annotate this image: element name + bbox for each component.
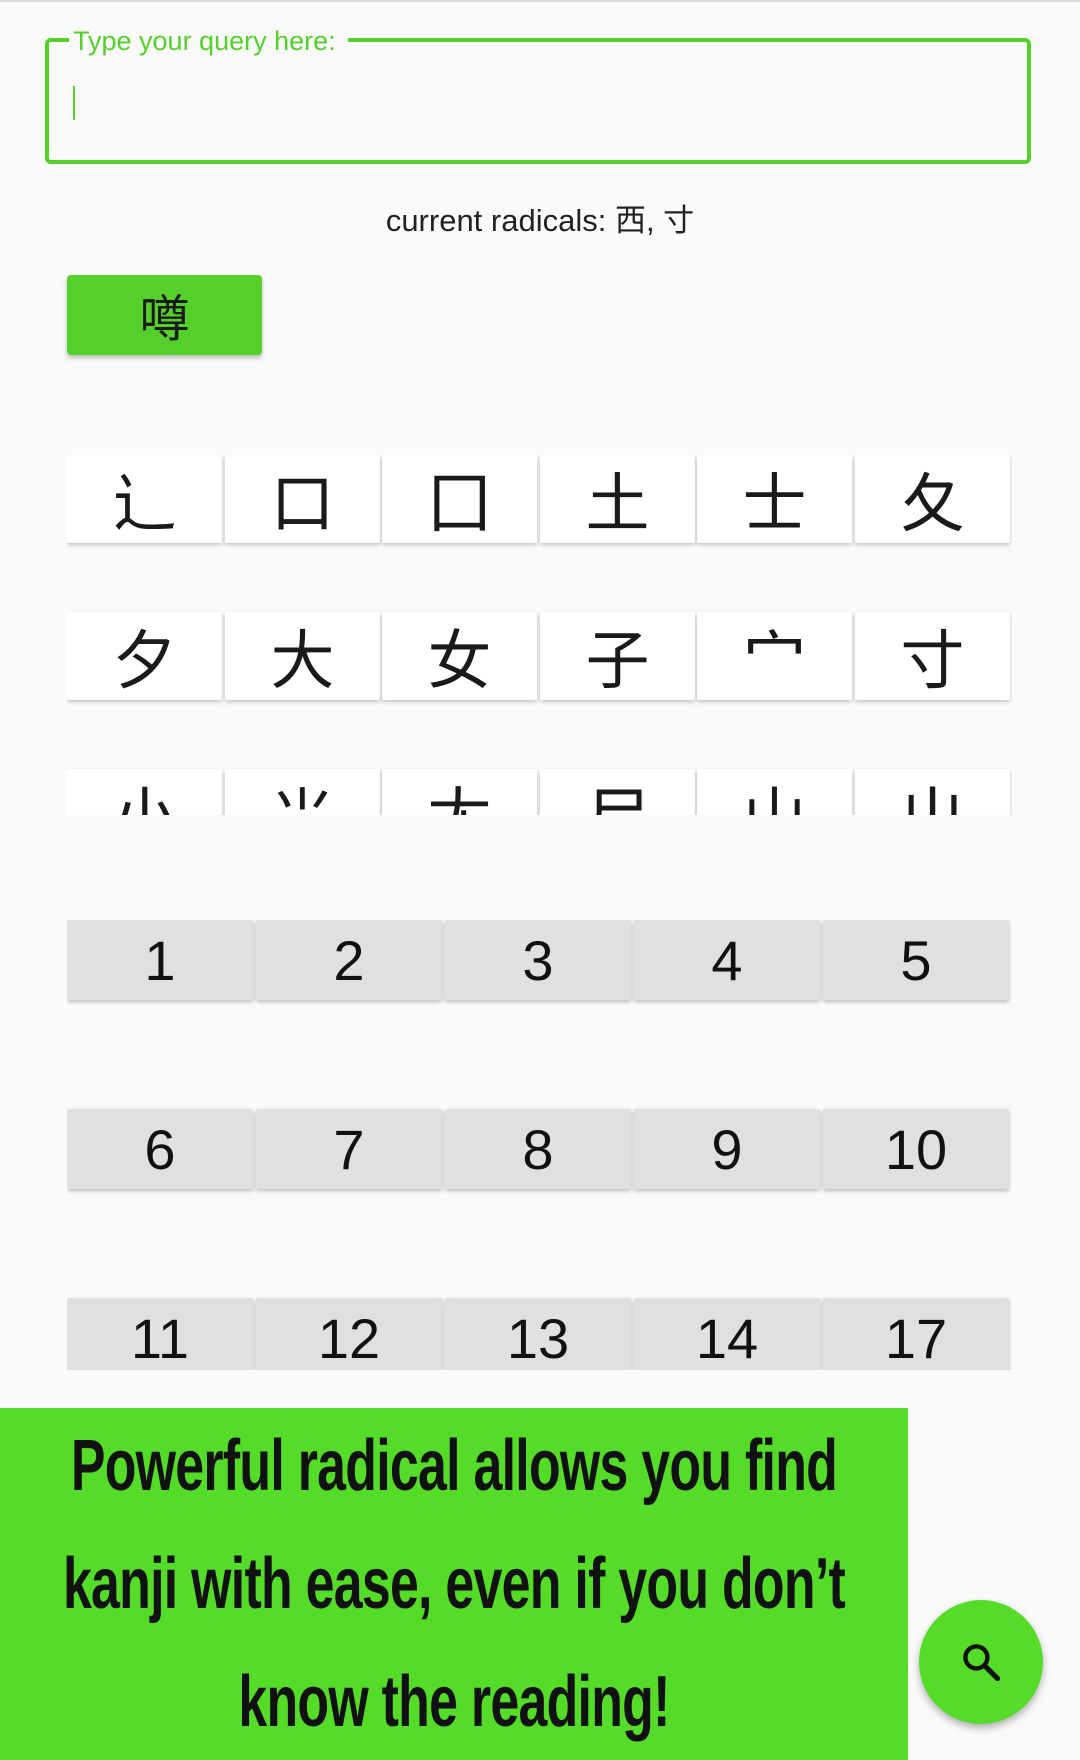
promo-line-1: Powerful radical allows you find — [70, 1426, 838, 1506]
stroke-count-button[interactable]: 4 — [634, 920, 820, 1000]
kanji-result-button[interactable]: 噂 — [67, 275, 262, 355]
radical-button[interactable]: 尸 — [540, 769, 695, 815]
radical-button[interactable]: 士 — [697, 455, 852, 543]
radical-button[interactable]: 子 — [540, 612, 695, 700]
radical-button[interactable]: 山 — [697, 769, 852, 815]
radical-button[interactable]: 辶 — [67, 455, 222, 543]
radical-button[interactable]: 尢 — [382, 769, 537, 815]
radical-button[interactable]: 寸 — [855, 612, 1010, 700]
search-icon — [963, 1644, 1001, 1682]
radical-button[interactable]: 小 — [67, 769, 222, 815]
radical-button[interactable]: 口 — [225, 455, 380, 543]
stroke-count-button[interactable]: 1 — [67, 920, 253, 1000]
radical-button[interactable]: 屮 — [855, 769, 1010, 815]
radical-button[interactable]: ⺌ — [225, 769, 380, 815]
stroke-count-button[interactable]: 6 — [67, 1109, 253, 1189]
radical-button[interactable]: 夂 — [855, 455, 1010, 543]
current-radicals-text: current radicals: 西, 寸 — [385, 203, 695, 238]
text-cursor — [73, 86, 75, 120]
radical-button[interactable]: 土 — [540, 455, 695, 543]
query-input[interactable] — [69, 72, 1013, 124]
query-field-label: Type your query here: — [69, 26, 348, 56]
stroke-count-button[interactable]: 12 — [256, 1298, 442, 1370]
stroke-count-button[interactable]: 3 — [445, 920, 631, 1000]
stroke-count-grid: 1 2 3 4 5 6 7 8 9 10 11 12 13 14 17 — [67, 920, 1012, 1370]
radical-button[interactable]: 宀 — [697, 612, 852, 700]
query-field[interactable]: Type your query here: — [45, 26, 1031, 164]
top-divider — [0, 0, 1080, 2]
stroke-count-button[interactable]: 11 — [67, 1298, 253, 1370]
stroke-count-button[interactable]: 8 — [445, 1109, 631, 1189]
stroke-count-button[interactable]: 9 — [634, 1109, 820, 1189]
stroke-count-button[interactable]: 2 — [256, 920, 442, 1000]
radical-search-screen: Type your query here: current radicals: … — [0, 0, 1080, 1760]
radical-button[interactable]: 囗 — [382, 455, 537, 543]
promo-banner-text: Powerful radical allows you find kanji w… — [0, 1407, 907, 1760]
search-fab[interactable] — [919, 1600, 1043, 1724]
radical-button[interactable]: 夕 — [67, 612, 222, 700]
stroke-count-button[interactable]: 14 — [634, 1298, 820, 1370]
radical-button[interactable]: 女 — [382, 612, 537, 700]
radical-grid: 辶口囗土士夂夕大女子宀寸小⺌尢尸山屮 — [67, 455, 1012, 815]
radical-button[interactable]: 大 — [225, 612, 380, 700]
stroke-count-button[interactable]: 5 — [823, 920, 1009, 1000]
stroke-count-button[interactable]: 13 — [445, 1298, 631, 1370]
promo-line-2: kanji with ease, even if you don’t — [62, 1544, 846, 1624]
promo-line-3: know the reading! — [238, 1662, 670, 1742]
promo-banner: Powerful radical allows you find kanji w… — [0, 1408, 908, 1760]
stroke-count-button[interactable]: 10 — [823, 1109, 1009, 1189]
stroke-count-button[interactable]: 17 — [823, 1298, 1009, 1370]
stroke-count-button[interactable]: 7 — [256, 1109, 442, 1189]
